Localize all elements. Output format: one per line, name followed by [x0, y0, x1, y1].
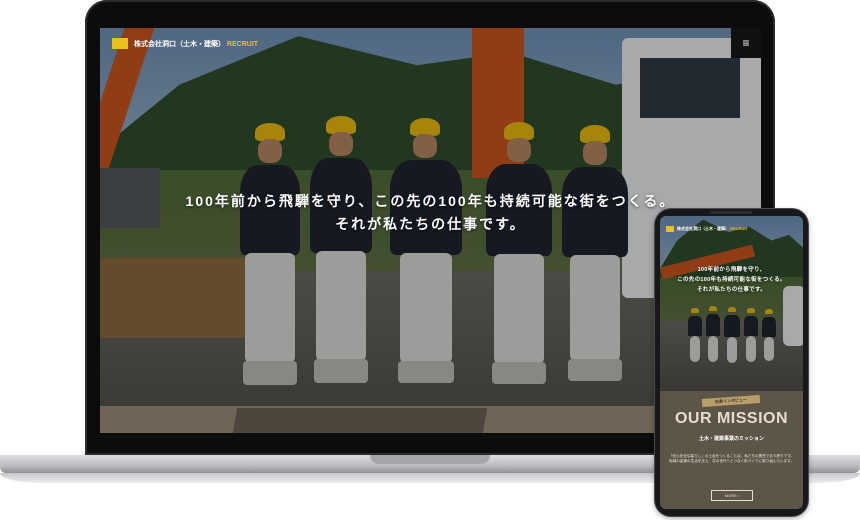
laptop-notch [370, 455, 490, 464]
phone-hero: 株式会社洞口（土木・建築） RECRUIT 100年前から飛騨を守り、 この先の… [660, 216, 803, 391]
menu-icon: ≡ [742, 36, 750, 50]
phone-dark-overlay [660, 216, 803, 391]
phone-hero-line-1: 100年前から飛騨を守り、 [697, 267, 766, 273]
phone-hero-copy: 100年前から飛騨を守り、 この先の100年も持続可能な街をつくる。 それが私た… [660, 266, 803, 296]
next-section-card [232, 408, 488, 433]
recruit-label: RECRUIT [226, 41, 259, 48]
company-logo-text[interactable]: 株式会社洞口（土木・建築） RECRUIT [134, 39, 258, 49]
phone-recruit-label: RECRUIT [730, 226, 748, 231]
phone-logo-icon[interactable] [666, 226, 674, 232]
more-button-label: MORE › [724, 493, 740, 498]
mission-title: OUR MISSION [674, 410, 789, 427]
phone-speaker [710, 211, 752, 214]
phone-hero-line-2: この先の100年も持続可能な街をつくる。 [677, 276, 786, 283]
mission-body: 「安心安全な暮らし」の土台をつくることは、私たちの責任であり誇りです。地域の皆様… [668, 454, 795, 464]
hero-line-1: 100年前から飛騨を守り、この先の100年も持続可能な街をつくる。 [185, 193, 676, 209]
phone-hero-line-3: それが私たちの仕事です。 [696, 286, 767, 293]
interview-tag-label: 社員インタビュー [714, 396, 748, 405]
company-logo-icon[interactable] [112, 38, 128, 49]
phone-screen: 株式会社洞口（土木・建築） RECRUIT 100年前から飛騨を守り、 この先の… [660, 216, 803, 509]
company-name: 株式会社洞口（土木・建築） [134, 41, 225, 48]
mission-subtitle: 土木・建築事業のミッション [698, 436, 764, 442]
more-button[interactable]: MORE › [711, 490, 753, 501]
phone-logo-text[interactable]: 株式会社洞口（土木・建築） RECRUIT [677, 226, 748, 232]
hamburger-menu-button[interactable]: ≡ [731, 28, 761, 58]
phone-company-name: 株式会社洞口（土木・建築） [677, 226, 729, 231]
interview-tag[interactable]: 社員インタビュー [701, 394, 761, 408]
